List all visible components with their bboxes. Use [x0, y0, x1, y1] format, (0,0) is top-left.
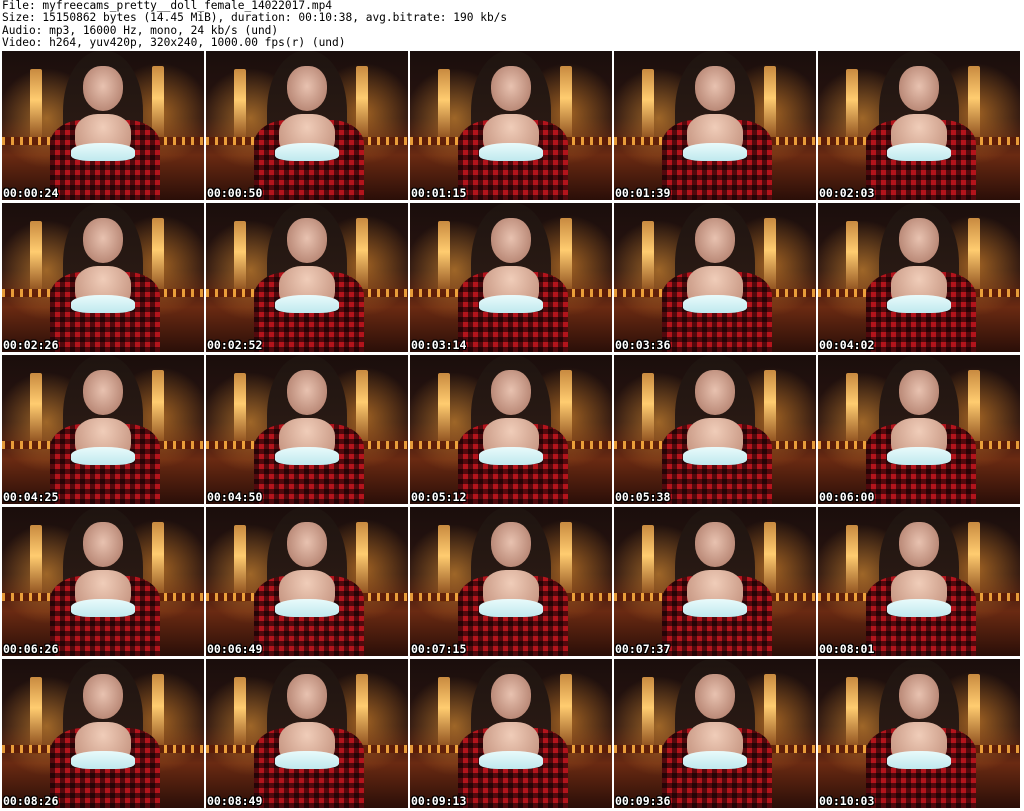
file-info-header: File: myfreecams_pretty__doll_female_140…	[2, 0, 1022, 49]
thumbnail-timestamp: 00:01:39	[615, 186, 671, 200]
video-thumbnail: 00:08:26	[2, 659, 204, 808]
video-thumbnail: 00:07:37	[614, 507, 816, 656]
video-thumbnail: 00:10:03	[818, 659, 1020, 808]
video-thumbnail: 00:05:38	[614, 355, 816, 504]
video-thumbnail: 00:06:00	[818, 355, 1020, 504]
video-thumbnail: 00:04:02	[818, 203, 1020, 352]
thumbnail-timestamp: 00:02:03	[819, 186, 875, 200]
video-thumbnail: 00:06:49	[206, 507, 408, 656]
thumbnail-timestamp: 00:00:50	[207, 186, 263, 200]
thumbnail-timestamp: 00:09:36	[615, 794, 671, 808]
thumbnail-timestamp: 00:03:14	[411, 338, 467, 352]
video-thumbnail: 00:04:50	[206, 355, 408, 504]
thumbnail-timestamp: 00:07:15	[411, 642, 467, 656]
video-thumbnail: 00:00:50	[206, 51, 408, 200]
thumbnail-timestamp: 00:04:25	[3, 490, 59, 504]
thumbnail-timestamp: 00:06:26	[3, 642, 59, 656]
thumbnail-timestamp: 00:06:00	[819, 490, 875, 504]
thumbnail-timestamp: 00:08:26	[3, 794, 59, 808]
video-thumbnail: 00:09:13	[410, 659, 612, 808]
video-thumbnail: 00:00:24	[2, 51, 204, 200]
video-thumbnail: 00:03:14	[410, 203, 612, 352]
thumbnail-timestamp: 00:00:24	[3, 186, 59, 200]
video-thumbnail: 00:01:39	[614, 51, 816, 200]
thumbnail-timestamp: 00:09:13	[411, 794, 467, 808]
thumbnail-grid: 00:00:24 00:00:50 00:01:15 00:01:39 00:02:03…	[0, 50, 1024, 811]
video-thumbnail: 00:09:36	[614, 659, 816, 808]
video-thumbnail: 00:05:12	[410, 355, 612, 504]
thumbnail-timestamp: 00:03:36	[615, 338, 671, 352]
thumbnail-timestamp: 00:04:50	[207, 490, 263, 504]
video-thumbnail: 00:02:52	[206, 203, 408, 352]
video-info-line: Video: h264, yuv420p, 320x240, 1000.00 f…	[2, 35, 346, 49]
video-thumbnail: 00:01:15	[410, 51, 612, 200]
thumbnail-timestamp: 00:05:12	[411, 490, 467, 504]
video-thumbnail: 00:07:15	[410, 507, 612, 656]
thumbnail-timestamp: 00:10:03	[819, 794, 875, 808]
video-thumbnail: 00:03:36	[614, 203, 816, 352]
video-thumbnail: 00:08:49	[206, 659, 408, 808]
thumbnail-timestamp: 00:02:52	[207, 338, 263, 352]
file-size-line: Size: 15150862 bytes (14.45 MiB), durati…	[2, 11, 508, 25]
video-thumbnail: 00:02:26	[2, 203, 204, 352]
thumbnail-timestamp: 00:07:37	[615, 642, 671, 656]
thumbnail-timestamp: 00:05:38	[615, 490, 671, 504]
thumbnail-timestamp: 00:08:01	[819, 642, 875, 656]
video-thumbnail: 00:02:03	[818, 51, 1020, 200]
thumbnail-timestamp: 00:06:49	[207, 642, 263, 656]
thumbnail-timestamp: 00:01:15	[411, 186, 467, 200]
thumbnail-timestamp: 00:04:02	[819, 338, 875, 352]
video-thumbnail: 00:04:25	[2, 355, 204, 504]
video-thumbnail: 00:08:01	[818, 507, 1020, 656]
thumbnail-timestamp: 00:08:49	[207, 794, 263, 808]
thumbnail-timestamp: 00:02:26	[3, 338, 59, 352]
video-thumbnail: 00:06:26	[2, 507, 204, 656]
